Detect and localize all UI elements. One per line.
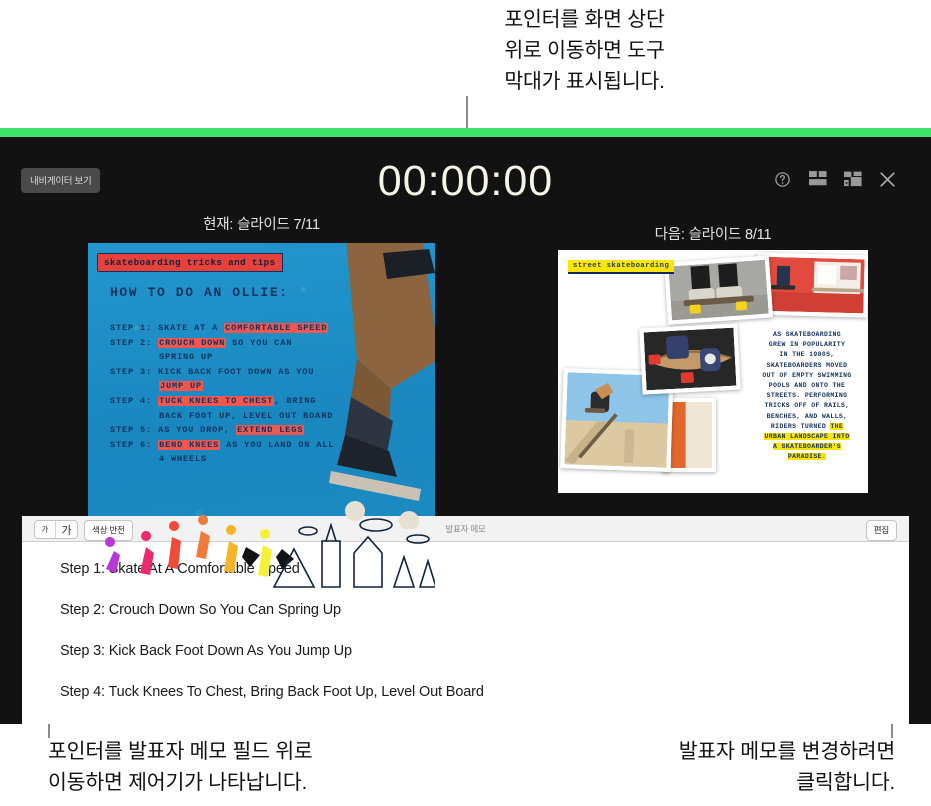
slide-step-line: STEP 6: BEND KNEES AS YOU LAND ON ALL bbox=[110, 439, 335, 450]
callout-top-text: 포인터를 화면 상단 위로 이동하면 도구 막대가 표시됩니다. bbox=[504, 8, 665, 93]
slide-step-line: STEP 5: AS YOU DROP, EXTEND LEGS bbox=[110, 425, 305, 436]
current-slide-label: 현재: 슬라이드 7/11 bbox=[203, 217, 320, 233]
slide-step-line: STEP 3: KICK BACK FOOT DOWN AS YOU bbox=[110, 366, 315, 377]
presenter-note-line: Step 3: Kick Back Foot Down As You Jump … bbox=[60, 643, 352, 659]
next-slide-body-line: POOLS AND ONTO THE bbox=[768, 382, 846, 390]
callout-bottom-right-text: 발표자 메모를 변경하려면 클릭합니다. bbox=[678, 740, 895, 794]
layout-icon[interactable] bbox=[809, 171, 827, 188]
photo-board-closeup bbox=[639, 323, 741, 395]
presenter-note-line: Step 4: Tuck Knees To Chest, Bring Back … bbox=[60, 684, 484, 700]
edit-notes-button[interactable]: 편집 bbox=[865, 520, 897, 541]
next-slide-label: 다음: 슬라이드 8/11 bbox=[654, 227, 772, 243]
presenter-toolbar: 내비게이터 보기 00:00:00 bbox=[0, 137, 931, 215]
slide-step-line: STEP 1: SKATE AT A COMFORTABLE SPEED bbox=[110, 323, 329, 333]
slide-step-line: SPRING UP bbox=[159, 352, 214, 363]
slide-step-line: JUMP UP bbox=[159, 381, 204, 392]
next-slide-body-line: SKATEBOARDERS MOVED bbox=[766, 361, 848, 369]
next-slide-tag-label: street skateboarding bbox=[568, 260, 675, 274]
presenter-display-window: 내비게이터 보기 00:00:00 현재: 슬라이드 7/11 다음: 슬라이드… bbox=[0, 128, 931, 724]
toolbar-icon-group bbox=[774, 171, 896, 188]
slide-step-line: STEP 2: CROUCH DOWN SO YOU CAN bbox=[110, 337, 293, 348]
next-slide-body-line: OUT OF EMPTY SWIMMING bbox=[762, 371, 852, 379]
slide-city-doodle bbox=[268, 513, 435, 591]
next-slide-body-text: AS SKATEBOARDING GREW IN POPULARITY IN THE… bbox=[752, 330, 862, 463]
slide-steps-list: STEP 1: SKATE AT A COMFORTABLE SPEED STEP… bbox=[110, 321, 427, 467]
top-edge-highlight-bar bbox=[0, 128, 931, 137]
next-slide-body-line: AS SKATEBOARDING bbox=[772, 331, 841, 338]
next-slide-body-line: URBAN LANDSCAPE INTO bbox=[764, 433, 850, 441]
help-icon[interactable] bbox=[774, 171, 791, 188]
photo-feet-on-board bbox=[663, 255, 774, 325]
next-slide-preview[interactable]: street skateboarding AS SKATEBOARDING GRE… bbox=[558, 250, 868, 493]
callout-bottom-left-text: 포인터를 발표자 메모 필드 위로 이동하면 제어기가 나타납니다. bbox=[48, 740, 313, 794]
slide-step-line: STEP 4: TUCK KNEES TO CHEST, BRING bbox=[110, 395, 317, 406]
next-slide-body-line: RIDERS TURNED THE bbox=[770, 422, 844, 430]
slide-step-line: 4 WHEELS bbox=[159, 454, 208, 465]
next-slide-body-line: A SKATEBOARDER'S bbox=[772, 443, 841, 451]
current-slide-preview[interactable]: skateboarding tricks and tips HOW TO DO … bbox=[88, 243, 435, 629]
slide-step-line: BACK FOOT UP, LEVEL OUT BOARD bbox=[159, 410, 334, 421]
close-icon[interactable] bbox=[879, 171, 896, 188]
next-slide-body-line: STREETS. PERFORMING bbox=[766, 392, 848, 400]
presenter-display-help-figure: 포인터를 화면 상단 위로 이동하면 도구 막대가 표시됩니다. 포인터를 발표… bbox=[0, 0, 931, 806]
swap-displays-icon[interactable] bbox=[844, 171, 862, 188]
next-slide-body-line: TRICKS OFF OF RAILS, bbox=[764, 402, 850, 410]
next-slide-body-line: IN THE 1980S, bbox=[779, 351, 835, 359]
slide-heading: HOW TO DO AN OLLIE: bbox=[110, 285, 289, 300]
callout-top-leader-line bbox=[466, 96, 468, 130]
next-slide-body-line: PARADISE. bbox=[787, 453, 827, 461]
slide-tag-label: skateboarding tricks and tips bbox=[97, 253, 283, 272]
presenter-note-line: Step 2: Crouch Down So You Can Spring Up bbox=[60, 602, 341, 618]
next-slide-body-line: GREW IN POPULARITY bbox=[768, 341, 846, 349]
next-slide-body-line: BENCHES, AND WALLS, bbox=[766, 412, 848, 420]
